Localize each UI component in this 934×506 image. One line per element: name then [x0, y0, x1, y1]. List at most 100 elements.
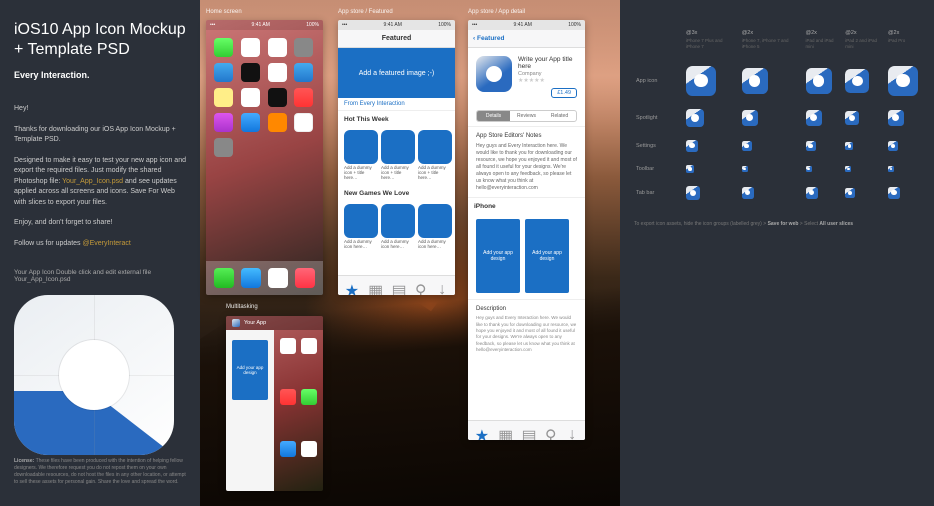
tab-categories-icon[interactable]: ▦ — [368, 281, 378, 291]
notes-icon[interactable] — [214, 88, 233, 107]
tab-charts-icon[interactable]: ▤ — [521, 426, 531, 436]
icon-size-cell — [843, 60, 886, 103]
phone-icon[interactable] — [214, 268, 234, 288]
seg-related[interactable]: Related — [543, 111, 576, 121]
app-card[interactable]: Add a dummy icon here… — [418, 204, 452, 250]
psd-file-link[interactable]: Your_App_Icon.psd — [62, 178, 123, 185]
multitask-left-card[interactable]: Add your app design — [226, 330, 274, 491]
icon-size-cell — [843, 103, 886, 134]
phone-appstore-featured: •••9:41 AM100% Featured Add a featured i… — [338, 20, 455, 295]
appstore-icon — [280, 441, 296, 457]
weather-icon[interactable] — [214, 63, 233, 82]
icon-size-cell — [740, 103, 804, 134]
health-icon[interactable] — [294, 113, 313, 132]
status-bar: •••9:41 AM100% — [206, 20, 323, 30]
calendar-icon[interactable] — [241, 38, 260, 57]
row-label: App icon — [634, 60, 684, 103]
twitter-link[interactable]: @EveryInteract — [82, 240, 130, 247]
tab-updates-icon[interactable]: ↓ — [438, 281, 448, 291]
music-icon[interactable] — [295, 268, 315, 288]
section-new: New Games We Love — [338, 185, 455, 200]
tab-categories-icon[interactable]: ▦ — [498, 426, 508, 436]
tab-bar: ★ ▦ ▤ ⚲ ↓ — [338, 275, 455, 295]
messages-icon — [301, 389, 317, 405]
price-button[interactable]: £1.49 — [551, 88, 577, 98]
card-row-hot: Add a dummy icon + title here… Add a dum… — [338, 126, 455, 185]
icon-size-cell — [740, 180, 804, 207]
seg-details[interactable]: Details — [477, 111, 510, 121]
size-icon — [806, 68, 832, 94]
icon-size-cell — [740, 60, 804, 103]
multitask-right-card[interactable] — [274, 330, 323, 491]
from-link[interactable]: From Every Interaction — [338, 98, 455, 111]
photos-icon[interactable] — [268, 38, 287, 57]
app-icon-template[interactable] — [14, 295, 174, 455]
follow-text: Follow us for updates @EveryInteract — [14, 239, 186, 250]
psd-file-link-2[interactable]: Your_App_Icon.psd — [14, 276, 71, 283]
news-icon — [280, 389, 296, 405]
size-icon — [686, 109, 704, 127]
size-icon — [888, 110, 904, 126]
appstore-icon[interactable] — [241, 113, 260, 132]
back-button[interactable]: ‹ Featured — [473, 35, 504, 42]
icon-size-cell — [804, 180, 844, 207]
greeting: Hey! — [14, 104, 186, 115]
icon-size-cell — [843, 180, 886, 207]
tab-search-icon[interactable]: ⚲ — [415, 281, 425, 291]
icon-size-table: @3xiPhone 7 Plus and iPhone 7 @2xiPhone … — [634, 26, 920, 207]
section-hot: Hot This Week — [338, 111, 455, 126]
section-iphone: iPhone — [468, 197, 585, 213]
size-icon — [888, 141, 898, 151]
icon-size-cell — [740, 134, 804, 159]
app-card[interactable]: Add a dummy icon here… — [381, 204, 415, 250]
nav-bar: ‹ Featured — [468, 30, 585, 48]
seg-reviews[interactable]: Reviews — [510, 111, 543, 121]
icon-size-cell — [843, 159, 886, 180]
app-card[interactable]: Add a dummy icon + title here… — [381, 130, 415, 181]
app-card[interactable]: Add a dummy icon here… — [344, 204, 378, 250]
app-card[interactable]: Add a dummy icon + title here… — [418, 130, 452, 181]
size-icon — [742, 110, 758, 126]
icon-size-cell — [684, 60, 740, 103]
icon-sizes-panel: @3xiPhone 7 Plus and iPhone 7 @2xiPhone … — [620, 0, 934, 506]
screenshot-placeholder[interactable]: Add your app design — [476, 219, 520, 293]
icon-size-cell — [684, 134, 740, 159]
featured-banner[interactable]: Add a featured image ;-) — [338, 48, 455, 98]
screenshot-placeholder[interactable]: Add your app design — [525, 219, 569, 293]
app-card[interactable]: Add a dummy icon + title here… — [344, 130, 378, 181]
card-row-new: Add a dummy icon here… Add a dummy icon … — [338, 200, 455, 254]
icon-size-cell — [804, 159, 844, 180]
tab-search-icon[interactable]: ⚲ — [545, 426, 555, 436]
icon-size-cell — [886, 103, 920, 134]
license-text: License: These files have been produced … — [14, 458, 186, 486]
reminders-icon[interactable] — [241, 88, 260, 107]
col-header: @2xiPad and iPad mini — [804, 26, 844, 60]
tab-charts-icon[interactable]: ▤ — [391, 281, 401, 291]
news-icon[interactable] — [294, 88, 313, 107]
tab-updates-icon[interactable]: ↓ — [568, 426, 578, 436]
maps-icon — [301, 441, 317, 457]
maps-icon[interactable] — [268, 63, 287, 82]
icon-size-cell — [886, 60, 920, 103]
row-label: Toolbar — [634, 159, 684, 180]
size-icon — [742, 187, 754, 199]
status-bar: •••9:41 AM100% — [338, 20, 455, 30]
tab-featured-icon[interactable]: ★ — [475, 426, 485, 436]
col-header: @2xiPhone 7, iPhone 7 and iPhone 5 — [740, 26, 804, 60]
label-multitasking: Multitasking — [226, 304, 258, 310]
itunes-icon[interactable] — [214, 113, 233, 132]
camera-icon[interactable] — [294, 38, 313, 57]
clock-icon[interactable] — [241, 63, 260, 82]
safari-icon — [280, 338, 296, 354]
videos-icon[interactable] — [294, 63, 313, 82]
ibooks-icon[interactable] — [268, 113, 287, 132]
tab-featured-icon[interactable]: ★ — [345, 281, 355, 291]
messages-icon[interactable] — [214, 38, 233, 57]
size-icon — [742, 141, 752, 151]
size-icon — [686, 140, 698, 152]
stocks-icon[interactable] — [268, 88, 287, 107]
safari-icon[interactable] — [268, 268, 288, 288]
mail-icon[interactable] — [241, 268, 261, 288]
icon-size-cell — [684, 180, 740, 207]
settings-icon[interactable] — [214, 138, 233, 157]
